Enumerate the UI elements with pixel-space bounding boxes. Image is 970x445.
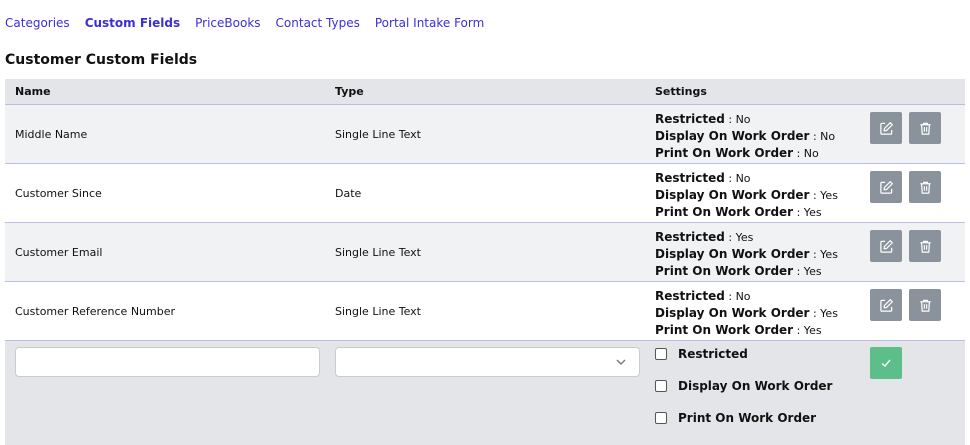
restricted-checkbox-label: Restricted — [678, 347, 748, 361]
field-type: Date — [335, 186, 362, 200]
delete-button[interactable] — [909, 230, 941, 262]
chevron-down-icon — [616, 359, 626, 365]
header-name: Name — [15, 85, 51, 98]
setting-value: : No — [796, 147, 819, 160]
table-row: Customer Reference Number Single Line Tex… — [5, 282, 965, 341]
custom-fields-table: Name Type Settings Middle Name Single Lin… — [5, 79, 965, 445]
table-row: Customer Email Single Line Text Restricted… — [5, 223, 965, 282]
setting-restricted: Restricted : No — [655, 288, 838, 305]
print-checkbox-label: Print On Work Order — [678, 411, 817, 425]
check-icon — [881, 359, 891, 367]
setting-label: Restricted — [655, 171, 725, 185]
checkbox-box[interactable] — [655, 348, 667, 360]
setting-value: : Yes — [796, 324, 822, 337]
delete-button[interactable] — [909, 289, 941, 321]
field-settings: Restricted : No Display On Work Order : Y… — [655, 170, 838, 221]
field-settings: Restricted : No Display On Work Order : Y… — [655, 288, 838, 339]
edit-icon — [879, 239, 894, 254]
setting-value: : No — [812, 130, 836, 143]
field-type: Single Line Text — [335, 127, 421, 141]
setting-value: : No — [728, 113, 751, 126]
setting-label: Display On Work Order — [655, 247, 810, 261]
table-row: Customer Since Date Restricted : No Display… — [5, 164, 965, 223]
setting-value: : Yes — [796, 265, 822, 278]
field-name: Customer Reference Number — [15, 304, 176, 318]
field-name: Customer Email — [15, 245, 103, 259]
setting-display: Display On Work Order : Yes — [655, 246, 838, 263]
new-field-type-select[interactable] — [335, 347, 640, 377]
section-title: Customer Custom Fields — [5, 52, 198, 68]
field-type: Single Line Text — [335, 245, 421, 259]
field-settings: Restricted : No Display On Work Order : N… — [655, 111, 835, 162]
setting-restricted: Restricted : Yes — [655, 229, 838, 246]
trash-icon — [918, 121, 933, 136]
delete-button[interactable] — [909, 112, 941, 144]
tab-pricebooks[interactable]: PriceBooks — [195, 16, 260, 30]
setting-print: Print On Work Order : Yes — [655, 322, 838, 339]
new-field-row: Restricted Display On Work Order Print O… — [5, 341, 965, 445]
setting-label: Restricted — [655, 230, 725, 244]
setting-value: : Yes — [812, 307, 838, 320]
setting-label: Display On Work Order — [655, 129, 810, 143]
setting-value: : Yes — [812, 189, 838, 202]
setting-label: Print On Work Order — [655, 323, 794, 337]
field-type: Single Line Text — [335, 304, 421, 318]
delete-button[interactable] — [909, 171, 941, 203]
settings-tabs: Categories Custom Fields PriceBooks Cont… — [5, 16, 499, 30]
setting-label: Print On Work Order — [655, 205, 794, 219]
setting-print: Print On Work Order : Yes — [655, 204, 838, 221]
setting-restricted: Restricted : No — [655, 111, 835, 128]
header-type: Type — [335, 85, 364, 98]
field-name: Customer Since — [15, 186, 102, 200]
setting-print: Print On Work Order : No — [655, 145, 835, 162]
setting-display: Display On Work Order : Yes — [655, 187, 838, 204]
tab-categories[interactable]: Categories — [5, 16, 70, 30]
setting-label: Restricted — [655, 289, 725, 303]
display-on-work-order-checkbox[interactable]: Display On Work Order — [655, 379, 832, 393]
tab-contact-types[interactable]: Contact Types — [276, 16, 360, 30]
trash-icon — [918, 180, 933, 195]
header-settings: Settings — [655, 85, 707, 98]
table-row: Middle Name Single Line Text Restricted : … — [5, 105, 965, 164]
setting-value: : Yes — [796, 206, 822, 219]
edit-button[interactable] — [870, 112, 902, 144]
setting-value: : Yes — [812, 248, 838, 261]
table-header: Name Type Settings — [5, 79, 965, 105]
tab-portal-intake-form[interactable]: Portal Intake Form — [375, 16, 484, 30]
setting-print: Print On Work Order : Yes — [655, 263, 838, 280]
setting-label: Restricted — [655, 112, 725, 126]
save-field-button[interactable] — [870, 347, 902, 379]
setting-label: Display On Work Order — [655, 188, 810, 202]
setting-restricted: Restricted : No — [655, 170, 838, 187]
edit-button[interactable] — [870, 289, 902, 321]
setting-label: Print On Work Order — [655, 264, 794, 278]
edit-button[interactable] — [870, 230, 902, 262]
field-settings: Restricted : Yes Display On Work Order : … — [655, 229, 838, 280]
new-field-name-input[interactable] — [15, 347, 320, 377]
field-name: Middle Name — [15, 127, 88, 141]
trash-icon — [918, 298, 933, 313]
setting-value: : Yes — [728, 231, 754, 244]
setting-display: Display On Work Order : Yes — [655, 305, 838, 322]
checkbox-box[interactable] — [655, 412, 667, 424]
print-on-work-order-checkbox[interactable]: Print On Work Order — [655, 411, 816, 425]
restricted-checkbox[interactable]: Restricted — [655, 347, 748, 361]
setting-value: : No — [728, 290, 751, 303]
display-checkbox-label: Display On Work Order — [678, 379, 833, 393]
edit-icon — [879, 121, 894, 136]
setting-label: Print On Work Order — [655, 146, 794, 160]
setting-display: Display On Work Order : No — [655, 128, 835, 145]
trash-icon — [918, 239, 933, 254]
checkbox-box[interactable] — [655, 380, 667, 392]
tab-custom-fields[interactable]: Custom Fields — [85, 16, 180, 30]
edit-icon — [879, 180, 894, 195]
setting-label: Display On Work Order — [655, 306, 810, 320]
edit-button[interactable] — [870, 171, 902, 203]
setting-value: : No — [728, 172, 751, 185]
edit-icon — [879, 298, 894, 313]
